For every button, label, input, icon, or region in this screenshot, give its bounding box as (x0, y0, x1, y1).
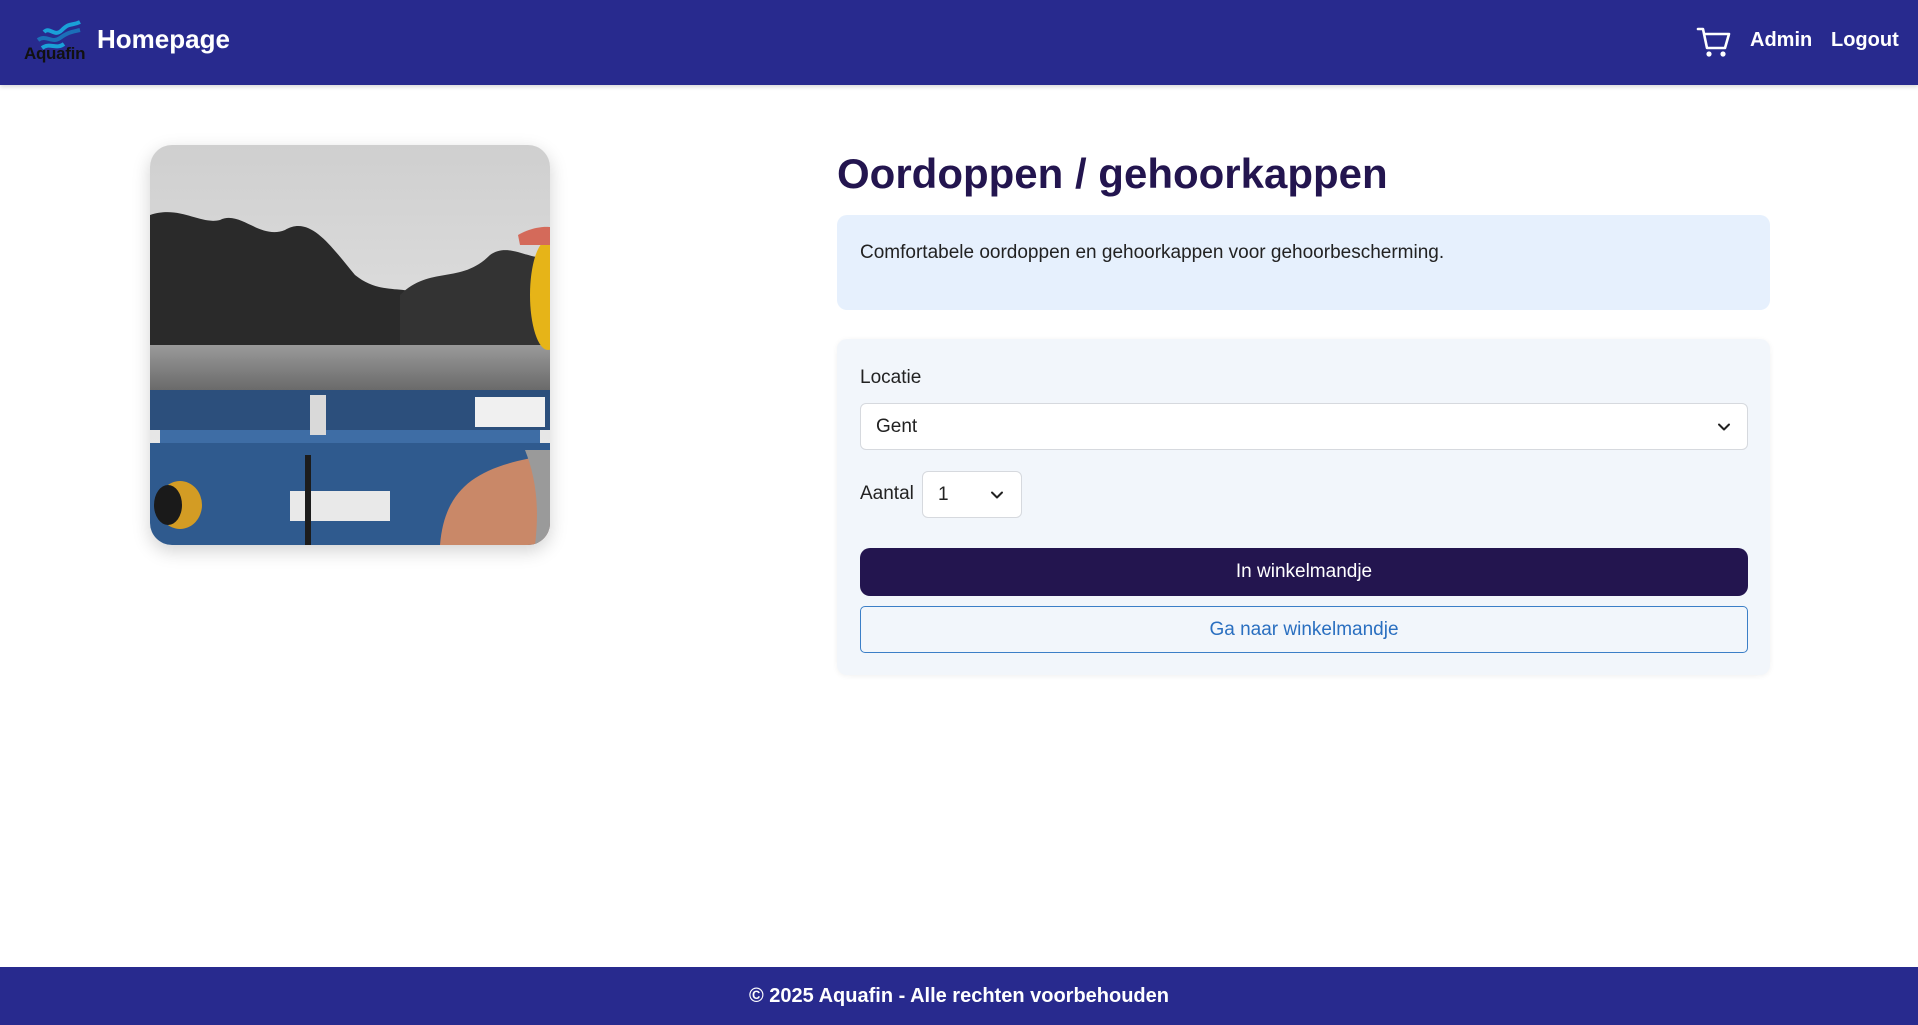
cart-icon[interactable] (1696, 24, 1732, 60)
homepage-link[interactable]: Homepage (97, 24, 230, 55)
chevron-down-icon (991, 491, 1003, 499)
go-to-cart-button[interactable]: Ga naar winkelmandje (860, 606, 1748, 653)
footer-copyright: © 2025 Aquafin - Alle rechten voorbehoud… (749, 985, 1169, 1007)
location-label: Locatie (860, 367, 922, 388)
chevron-down-icon (1718, 423, 1730, 431)
product-image (150, 145, 550, 545)
admin-link[interactable]: Admin (1750, 29, 1812, 52)
navbar: Aquafin Homepage Admin Logout (0, 0, 1918, 85)
product-description: Comfortabele oordoppen en gehoorkappen v… (837, 215, 1770, 310)
quantity-value: 1 (938, 484, 949, 505)
order-card: Locatie Gent Aantal 1 In winkelmandje Ga… (837, 339, 1770, 675)
product-title: Oordoppen / gehoorkappen (837, 150, 1388, 197)
description-text: Comfortabele oordoppen en gehoorkappen v… (860, 242, 1445, 263)
logo-text: Aquafin (24, 44, 86, 63)
footer: © 2025 Aquafin - Alle rechten voorbehoud… (0, 967, 1918, 1025)
quantity-select[interactable]: 1 (922, 471, 1022, 518)
logout-link[interactable]: Logout (1831, 29, 1899, 52)
add-to-cart-button[interactable]: In winkelmandje (860, 548, 1748, 596)
location-select[interactable]: Gent (860, 403, 1748, 450)
quantity-label: Aantal (860, 483, 914, 504)
location-value: Gent (876, 416, 918, 437)
